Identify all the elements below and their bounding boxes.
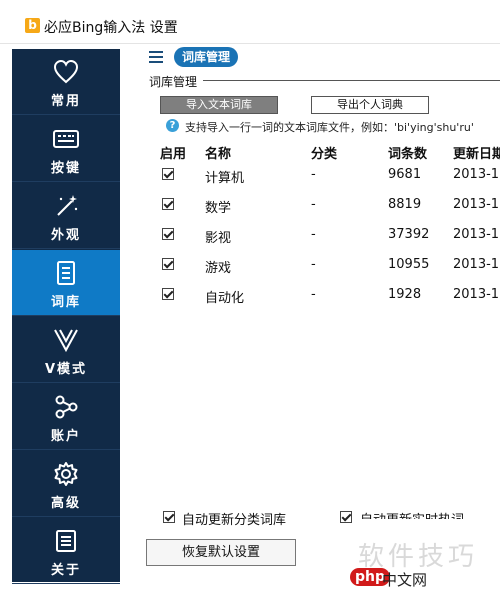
lexicon-category: - <box>311 287 316 302</box>
enable-checkbox[interactable] <box>162 168 174 180</box>
lexicon-category: - <box>311 167 316 182</box>
lexicon-name: 计算机 <box>205 171 245 186</box>
lexicon-count: 1928 <box>388 287 422 302</box>
sidebar-item-common[interactable]: 常用 <box>12 49 120 115</box>
lexicon-category: - <box>311 197 316 212</box>
lexicon-category: - <box>311 227 316 242</box>
sidebar-item-account[interactable]: 账户 <box>12 384 120 450</box>
heart-icon <box>52 58 80 86</box>
import-text-lexicon-button[interactable]: 导入文本词库 <box>160 96 278 114</box>
lexicon-date: 2013-1 <box>453 227 500 242</box>
lexicon-date: 2013-1 <box>453 197 500 212</box>
group-divider <box>203 80 500 81</box>
page-title: 词库管理 <box>174 47 239 67</box>
title-bar: b 必应Bing输入法 设置 <box>0 0 500 44</box>
book-icon <box>52 259 80 287</box>
sidebar: 常用 按键 外观 词库 V模式 账户 高级 关于 <box>12 49 120 584</box>
lexicon-date: 2013-1 <box>453 257 500 272</box>
sidebar-item-v-mode[interactable]: V模式 <box>12 317 120 383</box>
sidebar-item-label: 账户 <box>50 429 81 444</box>
lexicon-count: 8819 <box>388 197 422 212</box>
import-hint-text: 支持导入一行一词的文本词库文件，例如：'bi'ying'shu'ru' <box>185 121 474 134</box>
sidebar-item-label: 词库 <box>50 295 81 310</box>
lexicon-count: 9681 <box>388 167 422 182</box>
column-header-enable: 启用 <box>160 147 187 162</box>
sidebar-item-advanced[interactable]: 高级 <box>12 451 120 517</box>
sidebar-item-label: 关于 <box>50 563 81 578</box>
document-icon <box>52 527 80 555</box>
window-title: 必应Bing输入法 设置 <box>44 20 178 36</box>
sidebar-item-label: 常用 <box>50 94 81 109</box>
column-header-name: 名称 <box>205 147 232 162</box>
export-personal-dictionary-button[interactable]: 导出个人词典 <box>311 96 429 114</box>
sidebar-item-label: 按键 <box>50 161 81 176</box>
table-row[interactable]: 影视 - 37392 2013-1 <box>120 225 500 246</box>
enable-checkbox[interactable] <box>162 288 174 300</box>
share-nodes-icon <box>52 393 80 421</box>
table-row[interactable]: 自动化 - 1928 2013-1 <box>120 285 500 306</box>
enable-checkbox[interactable] <box>162 258 174 270</box>
lexicon-date: 2013-1 <box>453 287 500 302</box>
lexicon-name: 自动化 <box>205 291 245 306</box>
lexicon-name: 数学 <box>205 201 232 216</box>
restore-defaults-button[interactable]: 恢复默认设置 <box>146 539 296 566</box>
sidebar-item-lexicon[interactable]: 词库 <box>12 250 120 316</box>
enable-checkbox[interactable] <box>162 198 174 210</box>
gear-icon <box>52 460 80 488</box>
column-header-date: 更新日期 <box>453 147 500 162</box>
column-header-count: 词条数 <box>388 147 428 162</box>
sidebar-item-label: 外观 <box>50 228 81 243</box>
auto-update-hot-label: 自动更新实时热词 <box>360 509 480 519</box>
help-icon: ? <box>166 119 179 132</box>
sidebar-item-about[interactable]: 关于 <box>12 518 120 584</box>
group-title: 词库管理 <box>149 73 200 90</box>
bing-logo-icon: b <box>25 18 40 33</box>
lexicon-name: 游戏 <box>205 261 232 276</box>
enable-checkbox[interactable] <box>162 228 174 240</box>
auto-update-hot-option[interactable]: 自动更新实时热词 <box>120 508 500 526</box>
table-row[interactable]: 计算机 - 9681 2013-1 <box>120 165 500 186</box>
hamburger-menu-icon[interactable] <box>149 51 163 63</box>
sidebar-item-keys[interactable]: 按键 <box>12 116 120 182</box>
lexicon-category: - <box>311 257 316 272</box>
sidebar-item-label: V模式 <box>44 362 88 377</box>
table-row[interactable]: 游戏 - 10955 2013-1 <box>120 255 500 276</box>
auto-update-hot-checkbox[interactable] <box>340 511 352 523</box>
magic-wand-icon <box>52 192 80 220</box>
lexicon-count: 10955 <box>388 257 430 272</box>
sidebar-item-label: 高级 <box>50 496 81 511</box>
keyboard-icon <box>52 125 80 153</box>
lexicon-name: 影视 <box>205 231 232 246</box>
table-row[interactable]: 数学 - 8819 2013-1 <box>120 195 500 216</box>
sidebar-item-appearance[interactable]: 外观 <box>12 183 120 249</box>
column-header-category: 分类 <box>311 147 338 162</box>
v-mode-icon <box>52 326 80 354</box>
watermark-site: 中文网 <box>382 571 428 589</box>
lexicon-date: 2013-1 <box>453 167 500 182</box>
lexicon-count: 37392 <box>388 227 430 242</box>
main-content: 词库管理 词库管理 导入文本词库 导出个人词典 ? 支持导入一行一词的文本词库文… <box>120 44 500 590</box>
